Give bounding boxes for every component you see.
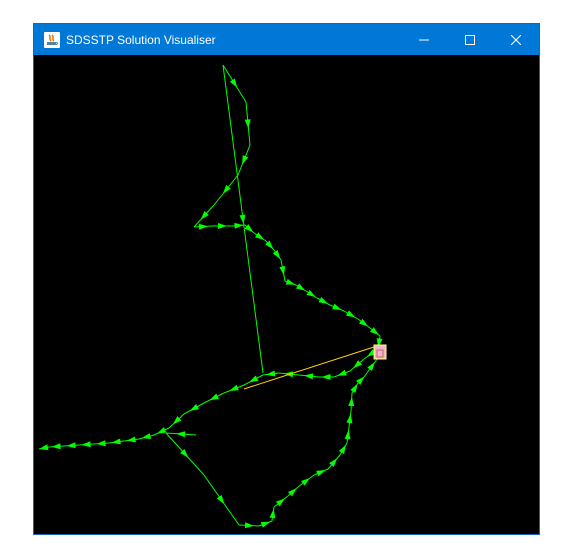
route-arrow <box>229 384 239 391</box>
route-arrow <box>321 374 331 380</box>
route-arrow <box>66 442 76 449</box>
route-arrow <box>272 250 281 260</box>
java-app-icon <box>44 31 60 48</box>
loop-arrow <box>346 414 353 424</box>
route-arrow <box>285 278 296 285</box>
route-arrow <box>222 185 231 194</box>
route-arrow <box>346 310 356 318</box>
route-arrow <box>337 369 347 376</box>
loop-arrow <box>316 470 326 477</box>
route-link-arrow <box>239 214 246 224</box>
route-arrow <box>51 443 61 450</box>
route-arrow <box>217 223 227 229</box>
loop-arrow <box>344 430 351 440</box>
route-arrow <box>234 222 244 229</box>
route-arrow <box>156 427 167 434</box>
loop-arrow <box>244 522 254 529</box>
loop-arrow <box>301 478 310 486</box>
route-arrow <box>96 440 106 447</box>
minimize-button[interactable] <box>401 24 447 55</box>
route-arrow <box>244 119 251 129</box>
route-plot <box>38 64 387 529</box>
route-arrow <box>39 444 49 451</box>
maximize-button[interactable] <box>447 24 493 55</box>
route-arrow <box>266 370 276 377</box>
loop-arrow <box>348 397 355 407</box>
loop-arrow <box>260 521 271 528</box>
route-arrow <box>209 393 219 401</box>
route-arrow <box>111 438 121 445</box>
loop-arrow <box>276 498 285 507</box>
maximize-icon <box>465 34 475 45</box>
loop-arrow <box>367 361 375 371</box>
loop-arrow <box>350 383 358 393</box>
route-arrow <box>255 232 265 240</box>
route-arrow <box>189 403 199 411</box>
route-arrow <box>249 375 259 383</box>
close-icon <box>511 34 521 45</box>
route-arrow <box>296 283 306 291</box>
minimize-icon <box>419 39 429 40</box>
loop-arrow <box>338 444 347 454</box>
route-arrow <box>81 441 91 448</box>
route-arrow <box>304 373 314 380</box>
route-arrow <box>126 436 136 443</box>
window-title: SDSSTP Solution Visualiser <box>66 32 216 47</box>
route-arrow <box>279 266 286 276</box>
title-bar[interactable]: SDSSTP Solution Visualiser <box>34 24 539 55</box>
route-arrow <box>198 223 208 230</box>
loop-arrow <box>216 495 225 505</box>
app-window: SDSSTP Solution Visualiser <box>33 23 540 535</box>
route-arrow <box>332 303 342 310</box>
loop-arrow <box>269 509 276 519</box>
route-arrow <box>306 289 316 298</box>
route-arrow <box>229 78 238 88</box>
route-link-arrow <box>176 431 186 438</box>
visualiser-canvas[interactable] <box>34 55 539 534</box>
route-arrow <box>242 155 249 165</box>
route-arrow <box>359 318 368 327</box>
route-arrow <box>318 296 328 304</box>
route-arrow <box>370 327 379 336</box>
route-arrow <box>141 433 152 439</box>
close-button[interactable] <box>493 24 539 55</box>
